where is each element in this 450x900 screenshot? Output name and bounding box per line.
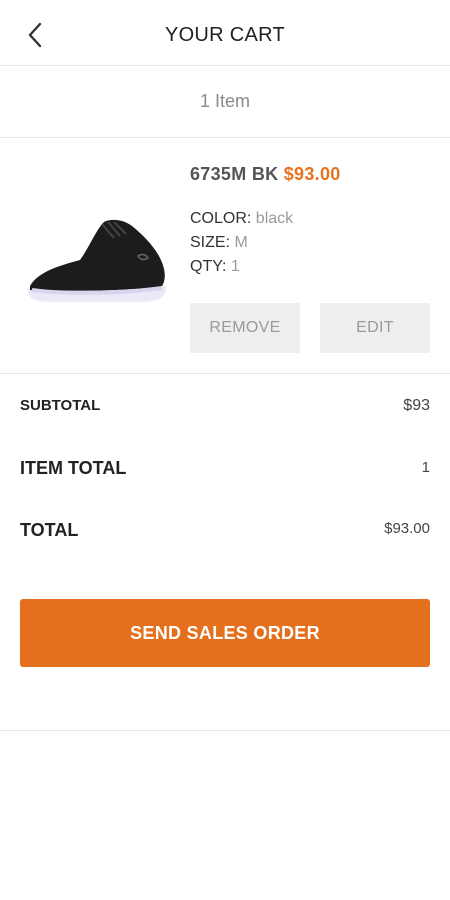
total-label: TOTAL xyxy=(20,520,79,540)
product-color: COLOR: black xyxy=(190,210,293,228)
color-label: COLOR: xyxy=(190,210,252,227)
size-value: M xyxy=(234,234,248,251)
item-total-label: ITEM TOTAL xyxy=(20,458,127,478)
send-sales-order-button[interactable]: SEND SALES ORDER xyxy=(20,599,430,667)
cart-count-row: 1 Item xyxy=(0,66,450,138)
app-header: YOUR CART xyxy=(0,0,450,66)
subtotal-label: SUBTOTAL xyxy=(20,397,101,414)
product-quantity: QTY: 1 xyxy=(190,258,240,276)
cart-item-count: 1 Item xyxy=(199,91,251,111)
product-size: SIZE: M xyxy=(190,234,248,252)
total-value: $93.00 xyxy=(384,520,430,537)
product-sku: 6735M BK xyxy=(190,164,279,184)
item-total-value: 1 xyxy=(421,459,430,476)
product-price: $93.00 xyxy=(283,164,341,184)
qty-label: QTY: xyxy=(190,258,227,275)
divider xyxy=(0,730,450,731)
edit-button[interactable]: EDIT xyxy=(320,303,430,353)
subtotal-value: $93 xyxy=(403,397,430,414)
remove-button[interactable]: REMOVE xyxy=(190,303,300,353)
qty-value: 1 xyxy=(230,258,240,275)
product-image xyxy=(27,219,167,302)
product-title: 6735M BK $93.00 xyxy=(190,164,341,185)
size-label: SIZE: xyxy=(190,234,231,251)
color-value: black xyxy=(255,210,294,227)
page-title: YOUR CART xyxy=(164,24,286,46)
